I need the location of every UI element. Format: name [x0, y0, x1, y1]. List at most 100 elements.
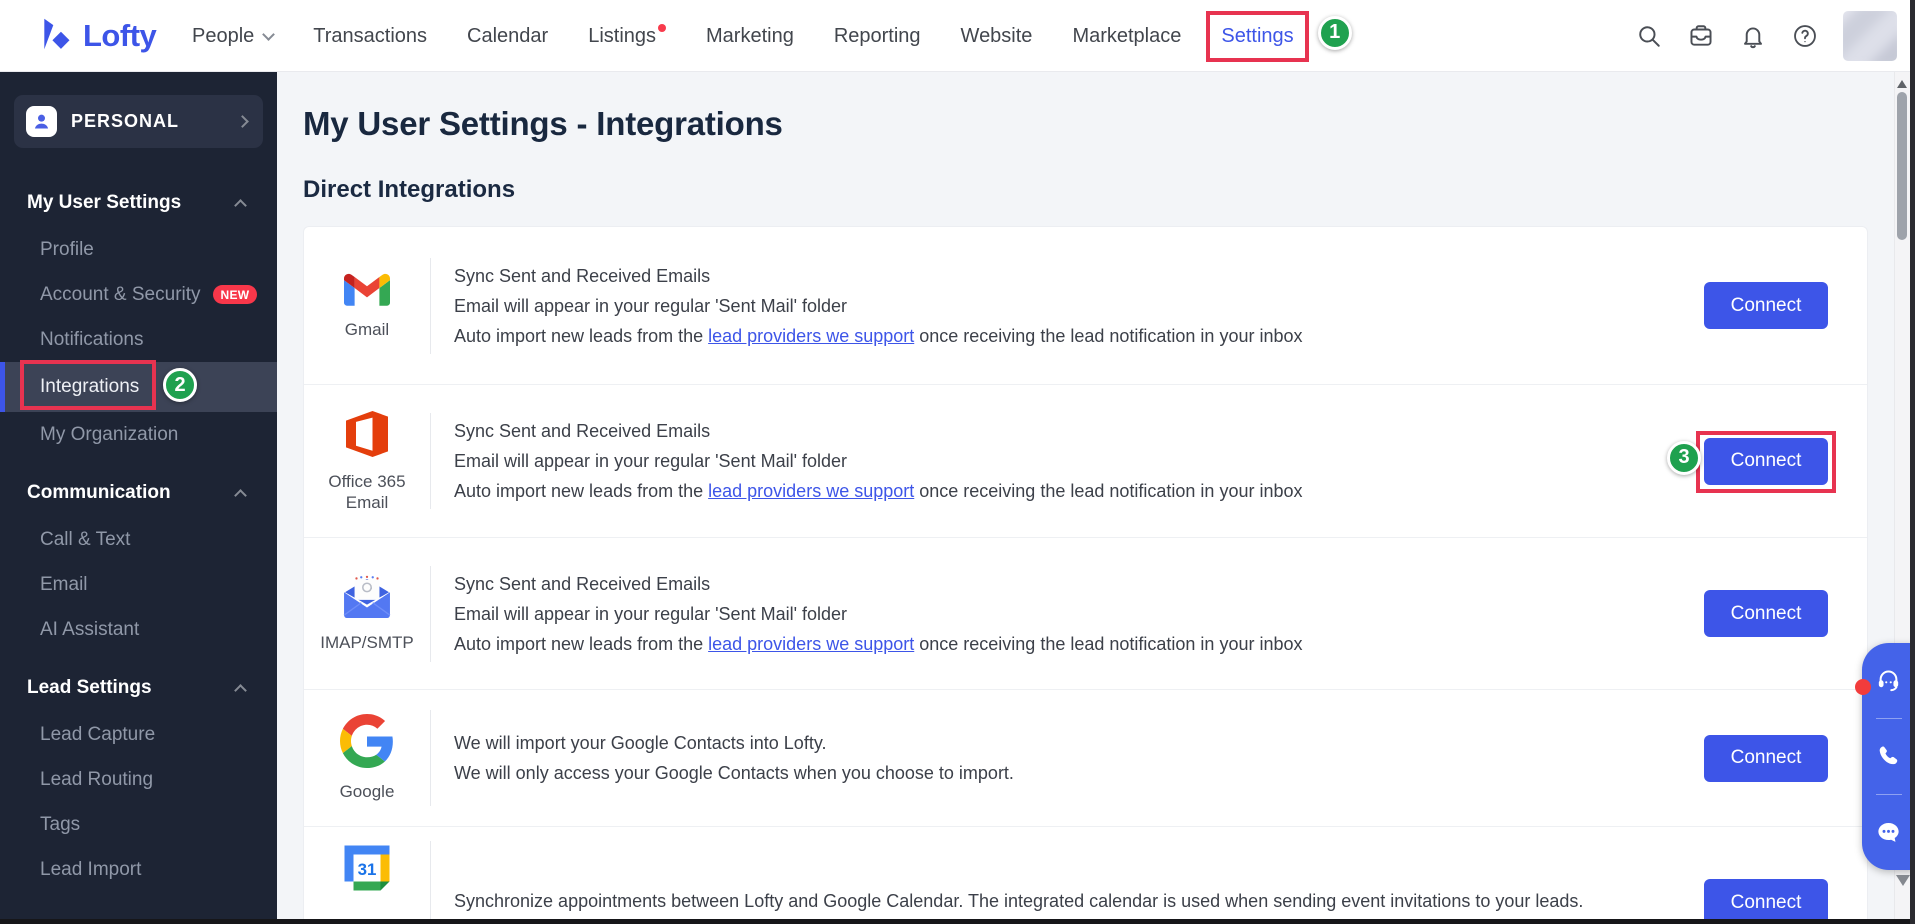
action-column: Connect: [1704, 282, 1867, 329]
nav-item-transactions[interactable]: Transactions: [313, 25, 427, 48]
sidebar-section-my-user-settings: My User Settings Profile Account & Securit…: [0, 185, 277, 457]
integration-logo-column: 31: [304, 827, 430, 900]
scrollbar-down-arrow[interactable]: [1896, 875, 1910, 886]
sidebar-item-ai-assistant[interactable]: AI Assistant: [0, 607, 277, 652]
sidebar-section-communication: Communication Call & TextEmailAI Assistan…: [0, 475, 277, 652]
nav-item-label: Marketing: [706, 25, 794, 48]
connect-button-office-365-email[interactable]: Connect: [1704, 438, 1828, 485]
nav-item-people[interactable]: People: [192, 25, 273, 48]
description-line: Email will appear in your regular 'Sent …: [454, 291, 1704, 321]
sidebar-item-email[interactable]: Email: [0, 562, 277, 607]
inbox-tray-icon[interactable]: [1687, 22, 1715, 50]
description-text: once receiving the lead notification in …: [914, 634, 1302, 654]
gmail-icon: [344, 271, 390, 311]
sidebar-item-label: Account & Security: [40, 284, 201, 306]
widget-divider: [1876, 718, 1902, 719]
integration-description: Synchronize appointments between Lofty a…: [431, 827, 1704, 916]
sidebar-item-notifications[interactable]: Notifications: [0, 317, 277, 362]
chevron-right-icon: [236, 115, 249, 128]
sidebar-item-label: Profile: [40, 239, 94, 261]
integration-name: Google: [340, 781, 395, 802]
description-line: Auto import new leads from the lead prov…: [454, 476, 1704, 506]
nav-item-settings[interactable]: Settings1: [1221, 25, 1293, 48]
sidebar-item-label: Lead Import: [40, 859, 141, 881]
lofty-logo-icon: [38, 16, 74, 57]
action-column: Connect: [1704, 735, 1867, 782]
sidebar-item-lead-import[interactable]: Lead Import: [0, 847, 277, 892]
sidebar-item-label: Integrations: [40, 376, 139, 398]
help-icon[interactable]: [1791, 22, 1819, 50]
nav-item-label: Listings: [588, 25, 656, 48]
search-icon[interactable]: [1635, 22, 1663, 50]
description-line: Sync Sent and Received Emails: [454, 416, 1704, 446]
lead-providers-link[interactable]: lead providers we support: [708, 634, 914, 654]
notification-bell-icon[interactable]: [1739, 22, 1767, 50]
scrollbar-up-arrow[interactable]: [1897, 80, 1907, 88]
connect-button-google[interactable]: Connect: [1704, 735, 1828, 782]
nav-item-listings[interactable]: Listings: [588, 25, 666, 48]
section-title-label: Lead Settings: [27, 677, 152, 699]
sidebar-item-call-text[interactable]: Call & Text: [0, 517, 277, 562]
nav-item-label: Marketplace: [1072, 25, 1181, 48]
sidebar-item-label: Lead Capture: [40, 724, 155, 746]
connect-button-google-calendar[interactable]: Connect: [1704, 879, 1828, 924]
action-column: Connect3: [1704, 438, 1867, 485]
support-widget: [1862, 643, 1915, 870]
nav-item-marketing[interactable]: Marketing: [706, 25, 794, 48]
sidebar-item-my-organization[interactable]: My Organization: [0, 412, 277, 457]
chevron-up-icon: [234, 684, 247, 697]
sidebar-section-title-my-user-settings[interactable]: My User Settings: [0, 185, 277, 221]
user-avatar[interactable]: [1843, 11, 1897, 61]
scrollbar-thumb[interactable]: [1897, 92, 1907, 240]
chevron-up-icon: [234, 199, 247, 212]
lead-providers-link[interactable]: lead providers we support: [708, 481, 914, 501]
chat-bubble-icon[interactable]: [1862, 806, 1915, 860]
description-line: Synchronize appointments between Lofty a…: [454, 886, 1704, 916]
sidebar-item-profile[interactable]: Profile: [0, 227, 277, 272]
nav-item-label: Transactions: [313, 25, 427, 48]
sidebar-item-tags[interactable]: Tags: [0, 802, 277, 847]
description-line: Email will appear in your regular 'Sent …: [454, 599, 1704, 629]
nav-item-reporting[interactable]: Reporting: [834, 25, 921, 48]
nav-item-website[interactable]: Website: [961, 25, 1033, 48]
connect-button-imap-smtp[interactable]: Connect: [1704, 590, 1828, 637]
phone-icon[interactable]: [1862, 730, 1915, 784]
integration-name: Office 365 Email: [317, 471, 417, 513]
connect-button-wrap: Connect: [1704, 879, 1828, 924]
unread-notification-dot: [1855, 679, 1871, 695]
sidebar-item-integrations[interactable]: Integrations 2: [0, 362, 277, 412]
description-text: once receiving the lead notification in …: [914, 481, 1302, 501]
integration-description: Sync Sent and Received EmailsEmail will …: [431, 416, 1704, 506]
annotation-step-badge: 2: [163, 368, 197, 402]
description-text: Auto import new leads from the: [454, 481, 708, 501]
lofty-logo[interactable]: Lofty: [38, 0, 156, 72]
description-text: Auto import new leads from the: [454, 634, 708, 654]
integration-description: We will import your Google Contacts into…: [431, 728, 1704, 788]
lead-providers-link[interactable]: lead providers we support: [708, 326, 914, 346]
sidebar-item-account-security[interactable]: Account & Security NEW: [0, 272, 277, 317]
sidebar-section-title-communication[interactable]: Communication: [0, 475, 277, 511]
connect-button-wrap: Connect3: [1704, 438, 1828, 485]
connect-button-gmail[interactable]: Connect: [1704, 282, 1828, 329]
new-badge: NEW: [213, 285, 258, 304]
integration-row-office-365-email: Office 365 Email Sync Sent and Received E…: [304, 385, 1867, 538]
sidebar-item-lead-capture[interactable]: Lead Capture: [0, 712, 277, 757]
sidebar-item-lead-routing[interactable]: Lead Routing: [0, 757, 277, 802]
account-switcher-personal[interactable]: PERSONAL: [14, 95, 263, 148]
annotation-step-badge: 1: [1318, 16, 1352, 50]
nav-item-marketplace[interactable]: Marketplace: [1072, 25, 1181, 48]
integration-description: Sync Sent and Received EmailsEmail will …: [431, 569, 1704, 659]
integration-row-google: Google We will import your Google Contact…: [304, 690, 1867, 827]
support-headset-icon[interactable]: [1862, 654, 1915, 708]
direct-integrations-heading: Direct Integrations: [303, 176, 1915, 204]
office-365-icon: [343, 410, 391, 463]
nav-item-calendar[interactable]: Calendar: [467, 25, 548, 48]
description-text: Auto import new leads from the: [454, 326, 708, 346]
connect-button-wrap: Connect: [1704, 590, 1828, 637]
top-right-actions: [1635, 0, 1897, 72]
description-line: Auto import new leads from the lead prov…: [454, 321, 1704, 351]
google-calendar-icon: 31: [340, 841, 394, 900]
sidebar-item-label: Notifications: [40, 329, 144, 351]
chevron-down-icon: [262, 28, 275, 41]
sidebar-section-title-lead-settings[interactable]: Lead Settings: [0, 670, 277, 706]
